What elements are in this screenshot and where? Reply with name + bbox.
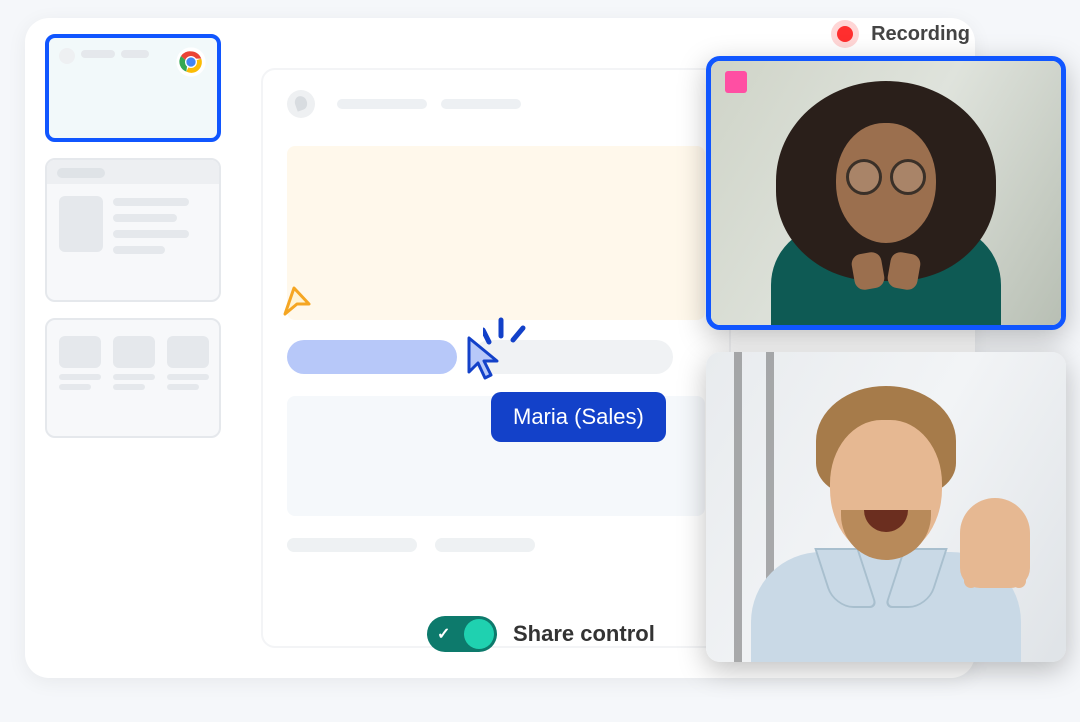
- chrome-icon: [175, 46, 207, 78]
- participant-video-1: [711, 61, 1061, 325]
- thumbnail-title-placeholder: [81, 50, 149, 58]
- thumbnail-header: [47, 160, 219, 184]
- thumbnail-sidebar: [45, 34, 221, 438]
- content-app-icon: [287, 90, 315, 118]
- active-pill[interactable]: [287, 340, 457, 374]
- sticky-note-icon: [725, 71, 747, 93]
- share-control-label: Share control: [513, 621, 655, 647]
- content-footer-placeholder: [287, 538, 705, 552]
- thumbnail-cards: [59, 336, 209, 394]
- content-hero-block: [287, 146, 705, 320]
- share-control-toggle[interactable]: ✓: [427, 616, 497, 652]
- participant-video-2: [706, 352, 1066, 662]
- participant-cursor-icon: [465, 334, 505, 380]
- record-icon: [831, 20, 859, 48]
- recording-indicator: Recording: [831, 20, 970, 48]
- video-tile-secondary[interactable]: [706, 352, 1066, 662]
- share-control-row: ✓ Share control: [427, 616, 655, 652]
- host-cursor-icon: [279, 284, 315, 320]
- thumbnail-document[interactable]: [45, 158, 221, 302]
- thumbnail-browser[interactable]: [45, 34, 221, 142]
- check-icon: ✓: [437, 624, 450, 644]
- content-header-placeholder: [337, 99, 521, 109]
- toggle-knob: [464, 619, 494, 649]
- participant-cursor-label: Maria (Sales): [491, 392, 666, 442]
- recording-label: Recording: [871, 23, 970, 46]
- app-leaf-icon: [59, 48, 75, 64]
- thumbnail-body: [59, 196, 189, 254]
- thumbnail-gallery[interactable]: [45, 318, 221, 438]
- video-tile-active[interactable]: [706, 56, 1066, 330]
